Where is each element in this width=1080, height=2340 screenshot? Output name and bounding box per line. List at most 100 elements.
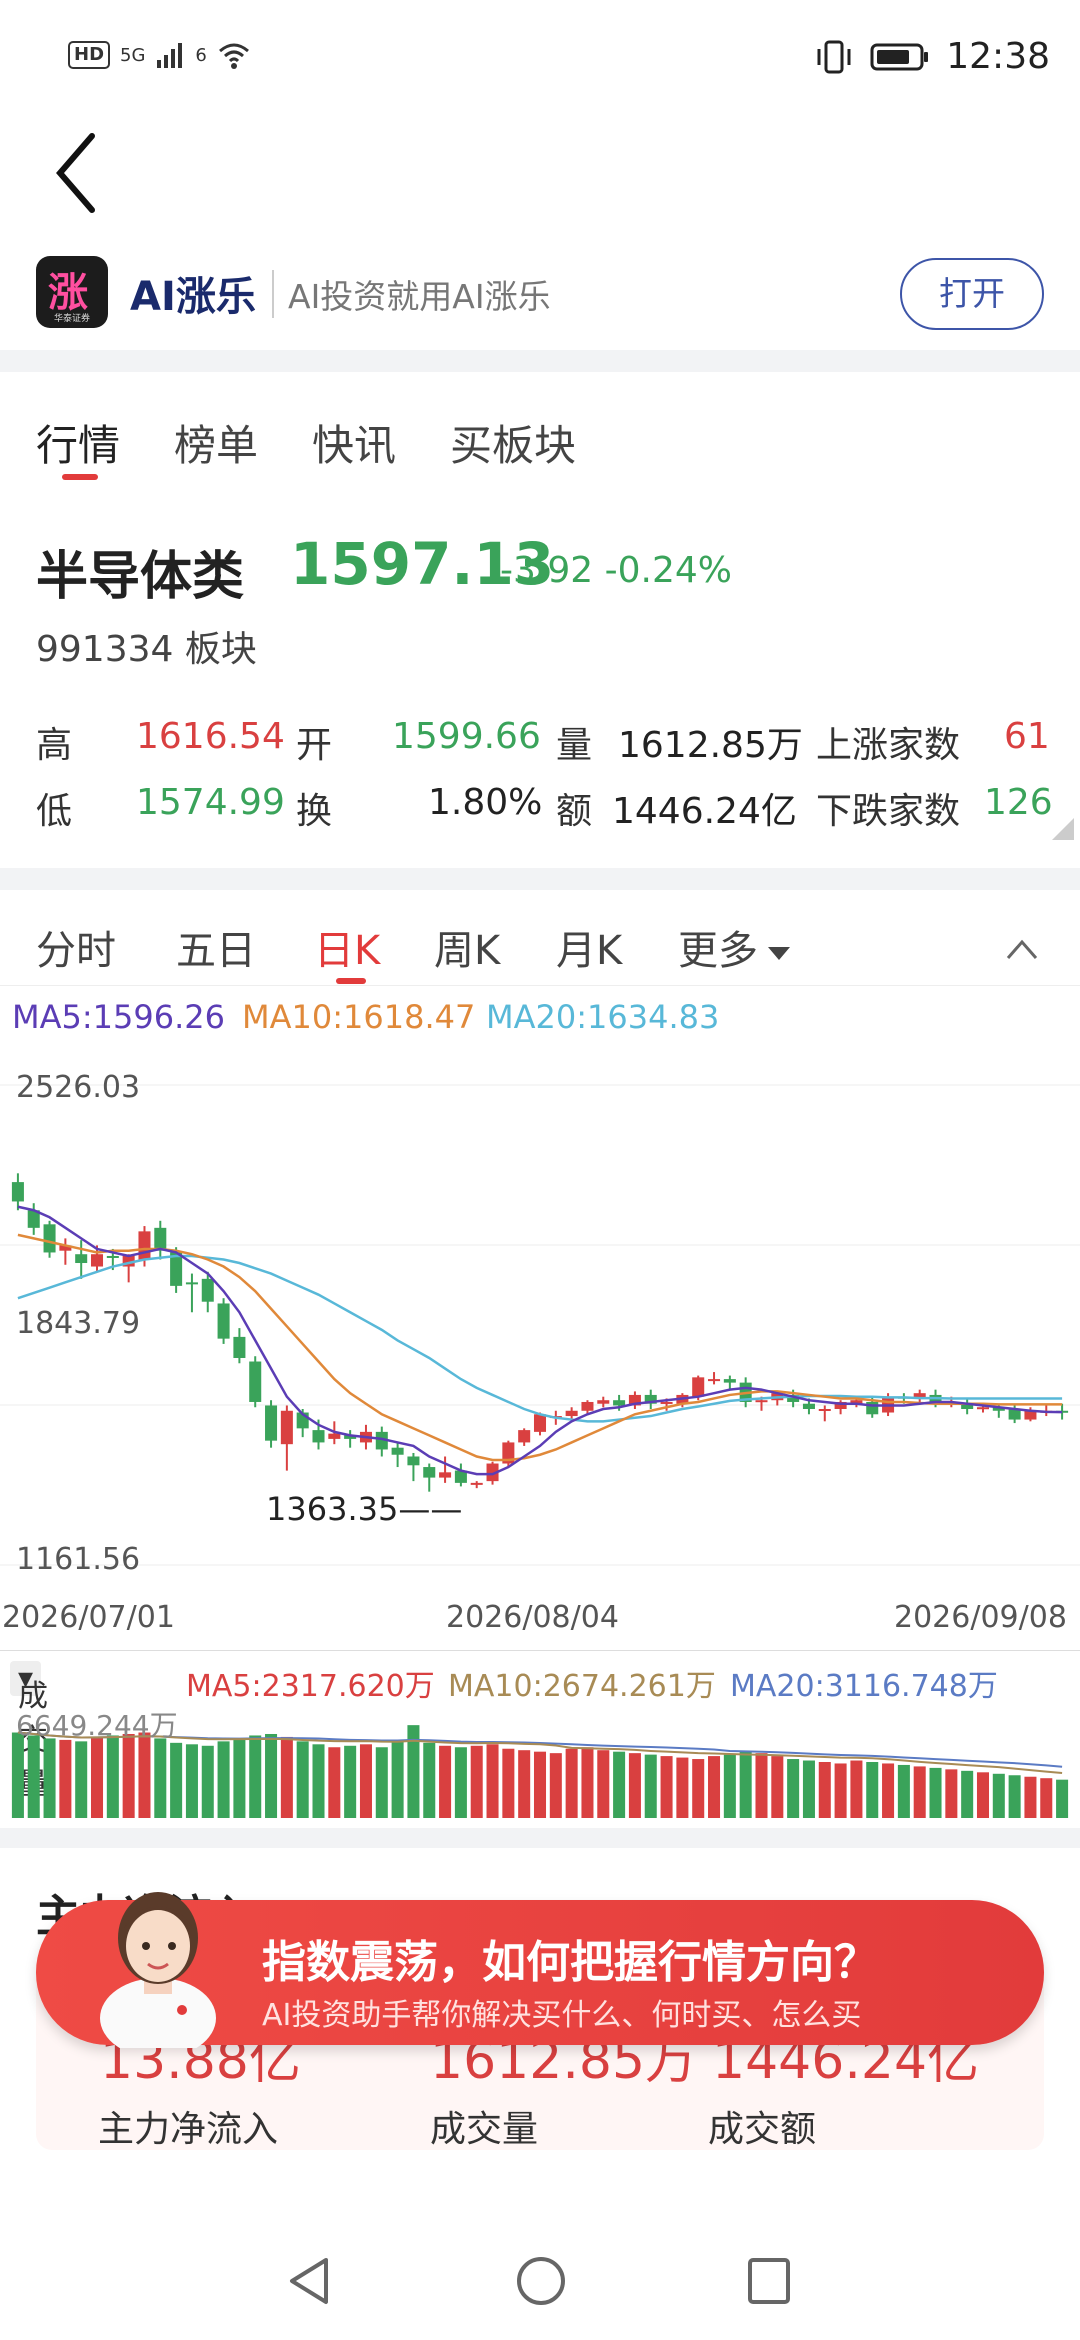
volume-bar (233, 1739, 246, 1818)
turnover-label: 换 (296, 791, 333, 832)
vma10-label: MA10:2674.261万 (448, 1669, 716, 1704)
tab-daily-k[interactable]: 日K (314, 918, 380, 976)
volume-bar (375, 1747, 388, 1818)
ktab-indicator (336, 978, 366, 984)
x-tick-start: 2026/07/01 (2, 1600, 175, 1635)
y-tick-bottom: 1161.56 (16, 1542, 141, 1577)
volume-bar (201, 1745, 214, 1818)
volume-bar (660, 1756, 673, 1818)
nav-home-icon[interactable] (514, 2254, 568, 2308)
ma20-label: MA20:1634.83 (486, 998, 720, 1036)
promo-subtitle: AI投资助手帮你解决买什么、何时买、怎么买 (262, 1998, 862, 2033)
candle-body (533, 1414, 547, 1432)
volume-bar (75, 1741, 88, 1818)
high-value: 1616.54 (136, 716, 285, 757)
volume-bar (170, 1742, 183, 1818)
candle-body (75, 1254, 88, 1264)
back-arrow-icon[interactable] (48, 128, 108, 218)
volume-selector[interactable]: 成交量 ▾ (10, 1661, 48, 1802)
tab-five-day[interactable]: 五日 (176, 918, 256, 976)
volume-bar (185, 1744, 198, 1818)
candlestick-chart[interactable] (0, 1055, 1080, 1655)
clock: 12:38 (946, 36, 1050, 77)
volume-bar (1024, 1776, 1037, 1818)
volume-bar (518, 1750, 531, 1818)
volume-bar (280, 1736, 293, 1818)
low-annotation-value: 1363.35 (266, 1490, 399, 1528)
volume-bar (549, 1753, 562, 1818)
candle-body (439, 1472, 452, 1478)
tab-more-label: 更多 (678, 928, 758, 974)
stock-change: -3.92 -0.24% (500, 550, 732, 591)
candle-body (328, 1433, 341, 1439)
stock-type: 板块 (184, 629, 257, 670)
chevron-up-icon[interactable] (1004, 934, 1040, 964)
divider (0, 868, 1080, 890)
low-value: 1574.99 (136, 782, 285, 823)
tab-buy-sector[interactable]: 买板块 (450, 412, 576, 473)
top-bar (0, 120, 1080, 230)
flow-label-net: 主力净流入 (98, 2109, 279, 2150)
volume-bar (122, 1733, 135, 1818)
volume-label: 量 (556, 725, 593, 766)
tab-indicator (62, 474, 98, 480)
x-tick-end: 2026/09/08 (894, 1600, 1067, 1635)
volume-bar (249, 1735, 262, 1818)
turnover-value: 1.80% (428, 782, 543, 823)
tab-monthly-k[interactable]: 月K (556, 918, 622, 976)
app-name: AI涨乐 (130, 274, 256, 320)
volume-bar (59, 1739, 72, 1818)
low-annotation: 1363.35—— (266, 1490, 463, 1528)
tab-intraday[interactable]: 分时 (36, 918, 116, 976)
status-right: 12:38 (814, 36, 1050, 77)
volume-bar (1008, 1775, 1021, 1818)
candle-body (660, 1401, 673, 1404)
volume-bar (755, 1753, 768, 1818)
volume-bar (27, 1735, 40, 1818)
vma5-label: MA5:2317.620万 (186, 1669, 435, 1704)
app-banner: 涨 华泰证券 AI涨乐 AI投资就用AI涨乐 打开 (0, 240, 1080, 350)
app-logo-glyph: 涨 (48, 270, 88, 316)
app-logo: 涨 华泰证券 (36, 256, 108, 328)
flow-label-volume: 成交量 (430, 2109, 539, 2150)
flow-label-amount: 成交额 (708, 2109, 817, 2150)
open-label: 开 (296, 725, 333, 766)
tab-more[interactable]: 更多 (678, 918, 790, 976)
main-tabs: 行情 榜单 快讯 买板块 (0, 400, 1080, 490)
volume-bar (565, 1748, 578, 1818)
volume-bar (628, 1753, 641, 1818)
open-app-button[interactable]: 打开 (900, 258, 1044, 330)
volume-bar (992, 1773, 1005, 1818)
candle-body (249, 1361, 262, 1402)
tab-market[interactable]: 行情 (36, 412, 120, 473)
candle-body (708, 1379, 721, 1382)
low-label: 低 (36, 791, 73, 832)
open-value: 1599.66 (392, 716, 541, 757)
volume-bar (692, 1759, 705, 1818)
nav-recents-icon[interactable] (744, 2254, 794, 2308)
tab-ranking[interactable]: 榜单 (174, 412, 258, 473)
amount-label: 额 (556, 791, 593, 832)
volume-bar (708, 1756, 721, 1818)
nav-back-icon[interactable] (284, 2254, 334, 2308)
candle-body (91, 1254, 104, 1267)
assistant-avatar-icon (100, 1892, 216, 2048)
candle-body (185, 1282, 198, 1285)
tab-weekly-k[interactable]: 周K (434, 918, 500, 976)
candle-body (265, 1405, 278, 1441)
candle-body (613, 1400, 626, 1406)
quote-grid: 高 1616.54 开 1599.66 量 1612.85万 上涨家数 61 低… (0, 710, 1080, 840)
candle-body (470, 1482, 483, 1485)
stock-name: 半导体类 (36, 547, 245, 607)
vma20-label: MA20:3116.748万 (730, 1669, 998, 1704)
volume-bar (43, 1738, 56, 1818)
volume-bar (913, 1766, 926, 1818)
app-slogan: AI投资就用AI涨乐 (272, 270, 551, 318)
expand-corner-icon[interactable] (1052, 818, 1074, 840)
volume-bar (613, 1751, 626, 1818)
volume-bar (344, 1745, 357, 1818)
volume-bar (217, 1741, 230, 1818)
volume-bar (391, 1741, 404, 1818)
volume-bar (739, 1751, 752, 1818)
tab-news[interactable]: 快讯 (312, 412, 396, 473)
